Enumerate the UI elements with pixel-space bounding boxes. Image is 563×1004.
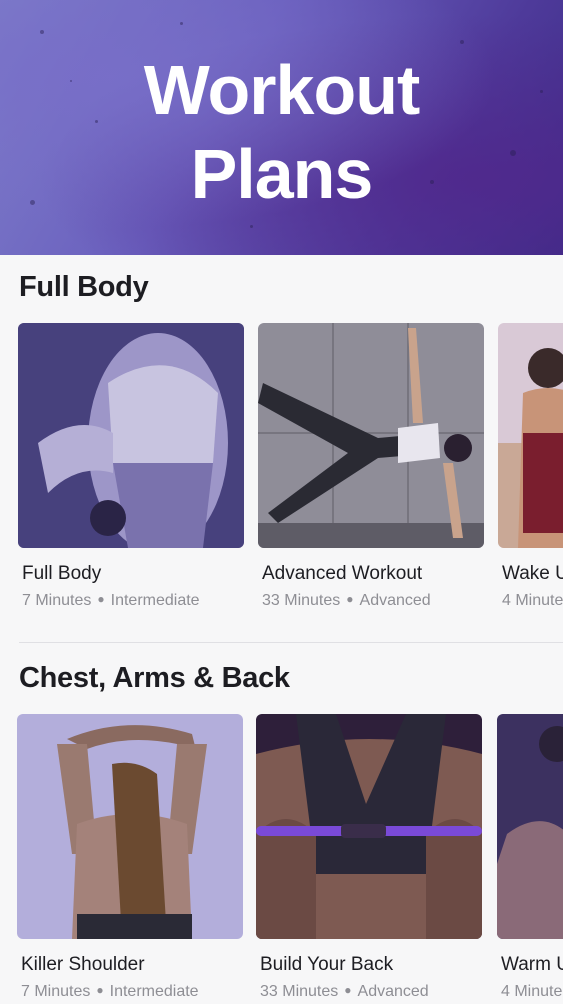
- page-title-line1: Workout: [143, 51, 421, 129]
- workout-meta: 4 Minute: [501, 983, 562, 1001]
- workout-level: Intermediate: [110, 592, 200, 609]
- separator-dot-icon: ●: [346, 592, 354, 606]
- workout-meta: 4 Minute: [502, 592, 563, 610]
- workout-thumbnail: [18, 323, 244, 548]
- workout-duration: 7 Minutes: [22, 592, 92, 609]
- workout-level: Advanced: [359, 592, 431, 609]
- section-title: Full Body: [19, 271, 149, 303]
- card-carousel[interactable]: Full Body 7 Minutes ● Intermediate Advan…: [0, 323, 563, 623]
- workout-thumbnail: [17, 714, 243, 939]
- workout-thumbnail: [258, 323, 484, 548]
- workout-level: Advanced: [357, 983, 429, 1000]
- page-title: Workout Plans: [0, 48, 563, 216]
- workout-title: Advanced Workout: [262, 563, 423, 584]
- card-carousel[interactable]: Killer Shoulder 7 Minutes ● Intermediate B…: [0, 714, 563, 1004]
- workout-meta: 33 Minutes ● Advanced: [262, 592, 431, 610]
- workout-duration: 4 Minute: [502, 592, 563, 609]
- hero-banner: Workout Plans: [0, 0, 563, 255]
- workout-meta: 7 Minutes ● Intermediate: [21, 983, 199, 1001]
- section-title: Chest, Arms & Back: [19, 662, 290, 694]
- workout-thumbnail: [498, 323, 563, 548]
- workout-thumbnail: [256, 714, 482, 939]
- workout-title: Wake U: [502, 563, 563, 584]
- workout-duration: 33 Minutes: [260, 983, 339, 1000]
- workout-meta: 33 Minutes ● Advanced: [260, 983, 429, 1001]
- workout-thumbnail: [497, 714, 563, 939]
- workout-meta: 7 Minutes ● Intermediate: [22, 592, 200, 610]
- workout-title: Killer Shoulder: [21, 954, 145, 975]
- separator-dot-icon: ●: [97, 592, 105, 606]
- workout-level: Intermediate: [109, 983, 199, 1000]
- separator-dot-icon: ●: [96, 983, 104, 997]
- separator-dot-icon: ●: [344, 983, 352, 997]
- section-divider: [19, 642, 563, 643]
- workout-duration: 7 Minutes: [21, 983, 91, 1000]
- workout-title: Warm U: [501, 954, 563, 975]
- workout-duration: 4 Minute: [501, 983, 563, 1000]
- workout-duration: 33 Minutes: [262, 592, 341, 609]
- workout-title: Build Your Back: [260, 954, 394, 975]
- page-title-line2: Plans: [190, 135, 374, 213]
- workout-title: Full Body: [22, 563, 102, 584]
